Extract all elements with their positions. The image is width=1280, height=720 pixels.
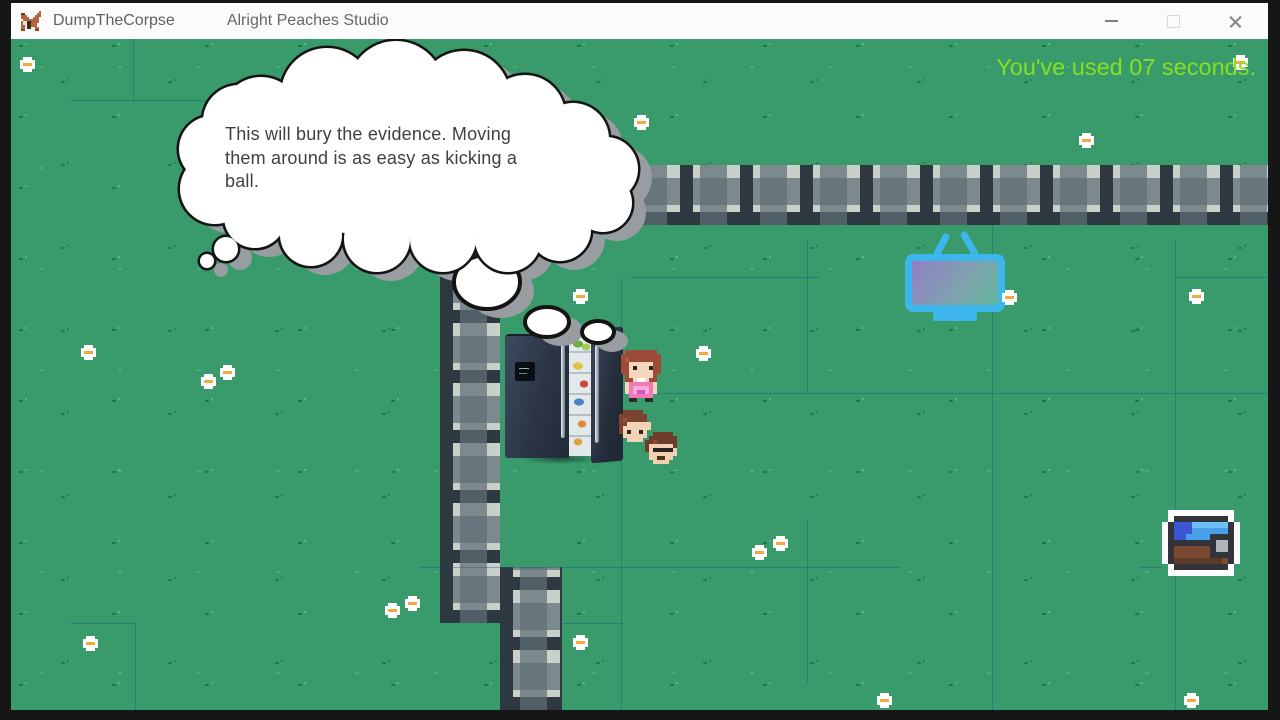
flower-sprite	[1079, 133, 1082, 136]
tv-stand	[933, 312, 977, 321]
treasure-chest[interactable]	[1162, 510, 1168, 516]
tile-grid-line	[630, 277, 820, 278]
fridge-display	[515, 362, 535, 381]
tile-grid-line	[1140, 567, 1162, 568]
game-viewport[interactable]: This will bury the evidence. Moving them…	[11, 39, 1268, 710]
fridge-handle	[561, 342, 565, 438]
close-button[interactable]	[1204, 3, 1266, 39]
tile-grid-line	[133, 39, 134, 100]
tile-grid-line	[70, 623, 135, 624]
flower-sprite	[405, 596, 408, 599]
character-girl[interactable]	[617, 350, 621, 354]
corpse-head-1[interactable]	[615, 410, 619, 414]
plaid-path-horizontal	[440, 165, 1268, 225]
flower-sprite	[752, 545, 755, 548]
window-title: DumpTheCorpse	[53, 12, 175, 30]
refrigerator[interactable]	[505, 326, 623, 466]
tile-grid-line	[807, 240, 808, 393]
television[interactable]	[905, 232, 1009, 324]
window-subtitle: Alright Peaches Studio	[227, 12, 389, 30]
tile-grid-line	[1175, 277, 1268, 278]
tile-grid-line	[807, 520, 808, 683]
minimize-icon	[1105, 20, 1118, 22]
corpse-head-2[interactable]	[641, 432, 645, 436]
fridge-open-door	[591, 327, 623, 464]
flower-sprite	[877, 693, 880, 696]
tile-grid-line	[560, 623, 623, 624]
close-icon	[1228, 14, 1243, 29]
flower-sprite	[634, 115, 637, 118]
tv-screen	[905, 254, 1005, 312]
flower-sprite	[385, 603, 388, 606]
flower-sprite	[201, 374, 204, 377]
fridge-left-door	[505, 334, 569, 458]
tile-grid-line	[70, 100, 315, 101]
plaid-path-vertical-lower	[500, 567, 562, 710]
tile-grid	[11, 39, 1268, 710]
thought-line: This will bury the evidence. Moving	[225, 123, 535, 147]
flower-sprite	[1002, 290, 1005, 293]
thought-bubble	[11, 39, 1268, 710]
flower-layer	[11, 39, 1268, 710]
flower-sprite	[220, 365, 223, 368]
minimize-button[interactable]	[1080, 3, 1142, 39]
app-icon	[19, 11, 43, 31]
window-controls	[1080, 3, 1266, 39]
app-logo-dog-icon	[19, 11, 21, 13]
flower-sprite	[81, 345, 84, 348]
tile-grid-line	[135, 623, 136, 710]
fridge-interior	[569, 332, 593, 456]
fridge-handle	[595, 345, 599, 443]
flower-sprite	[696, 346, 699, 349]
thought-line: them around is as easy as kicking a	[225, 147, 535, 171]
flower-sprite	[1184, 693, 1187, 696]
tile-grid-line	[1175, 240, 1176, 710]
thought-bubble-text: This will bury the evidence. Moving them…	[225, 123, 535, 194]
flower-sprite	[20, 57, 23, 60]
maximize-icon	[1167, 15, 1180, 28]
flower-sprite	[573, 635, 576, 638]
timer-text: You've used 07 seconds.	[996, 54, 1256, 81]
flower-sprite	[1189, 289, 1192, 292]
maximize-button[interactable]	[1142, 3, 1204, 39]
flower-sprite	[83, 636, 86, 639]
flower-sprite	[773, 536, 776, 539]
thought-line: ball.	[225, 170, 535, 194]
flower-sprite	[573, 289, 576, 292]
plaid-path-vertical-upper	[440, 225, 500, 623]
tile-grid-line	[635, 393, 1268, 394]
titlebar[interactable]: DumpTheCorpse Alright Peaches Studio	[11, 3, 1268, 40]
